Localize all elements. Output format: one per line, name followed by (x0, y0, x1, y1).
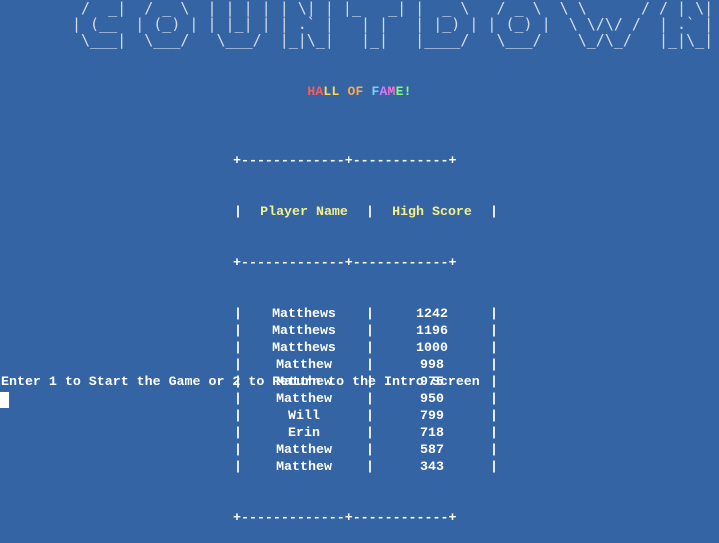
table-divider: | (490, 408, 498, 423)
table-divider: | (234, 442, 242, 457)
table-row: | Matthews | 1196 | (233, 322, 499, 339)
high-score-cell: 799 (420, 408, 444, 423)
table-row: | Erin | 718 | (233, 424, 499, 441)
table-divider: | (490, 306, 498, 321)
hall-of-fame-letter: ! (403, 84, 412, 99)
high-score-table: +-------------+------------+ | Player Na… (233, 118, 499, 543)
table-row: | Matthews | 1242 | (233, 305, 499, 322)
high-score-cell: 1242 (416, 306, 448, 321)
table-divider: | (234, 306, 242, 321)
player-name-cell: Matthews (272, 340, 336, 355)
player-name-cell: Matthews (272, 306, 336, 321)
hall-of-fame-letter: E (395, 84, 404, 99)
high-score-cell: 718 (420, 425, 444, 440)
high-score-cell: 1196 (416, 323, 448, 338)
high-score-cell: 587 (420, 442, 444, 457)
player-name-cell: Matthew (276, 391, 332, 406)
table-divider: | (366, 459, 374, 474)
table-divider: | (234, 323, 242, 338)
hall-of-fame-letter: A (379, 84, 388, 99)
header-player-name: Player Name (260, 204, 348, 219)
table-divider: | (490, 425, 498, 440)
table-row: | Matthew | 343 | (233, 458, 499, 475)
table-row: | Matthew | 950 | (233, 390, 499, 407)
header-high-score: High Score (392, 204, 472, 219)
table-divider: | (490, 391, 498, 406)
player-name-cell: Matthew (276, 459, 332, 474)
table-divider: | (366, 442, 374, 457)
table-divider: | (490, 442, 498, 457)
hall-of-fame-title: HALL OF FAME! (0, 84, 719, 99)
table-header-border: +-------------+------------+ (233, 255, 457, 270)
table-divider: | (366, 357, 374, 372)
table-divider: | (366, 425, 374, 440)
player-name-cell: Erin (288, 425, 320, 440)
table-row: | Matthew | 998 | (233, 356, 499, 373)
player-name-cell: Matthews (272, 323, 336, 338)
table-divider: | (490, 357, 498, 372)
high-score-cell: 1000 (416, 340, 448, 355)
table-header-row: | Player Name | High Score | (233, 203, 499, 220)
player-name-cell: Matthew (276, 442, 332, 457)
table-divider: | (490, 340, 498, 355)
table-divider: | (366, 340, 374, 355)
table-divider: | (366, 408, 374, 423)
table-divider: | (234, 340, 242, 355)
table-divider: | (490, 459, 498, 474)
table-top-border: +-------------+------------+ (233, 153, 457, 168)
countdown-ascii-banner: / _| / _ \ | | | | | \| | |_ _| | _ \ / … (72, 0, 714, 49)
table-divider: | (234, 425, 242, 440)
hall-of-fame-letter: F (371, 84, 380, 99)
player-name-cell: Will (288, 408, 320, 423)
table-divider: | (366, 204, 374, 219)
table-row: | Matthew | 587 | (233, 441, 499, 458)
terminal-cursor[interactable] (0, 392, 9, 408)
table-divider: | (490, 374, 498, 389)
hall-of-fame-letter: F (355, 84, 364, 99)
hall-of-fame-letter: M (387, 84, 396, 99)
table-divider: | (234, 357, 242, 372)
high-score-cell: 998 (420, 357, 444, 372)
high-score-cell: 343 (420, 459, 444, 474)
table-divider: | (234, 408, 242, 423)
table-row: | Matthews | 1000 | (233, 339, 499, 356)
table-divider: | (366, 323, 374, 338)
table-divider: | (234, 204, 242, 219)
table-divider: | (234, 391, 242, 406)
hall-of-fame-letter (364, 84, 372, 99)
table-divider: | (490, 323, 498, 338)
player-name-cell: Matthew (276, 357, 332, 372)
high-score-cell: 950 (420, 391, 444, 406)
input-prompt: Enter 1 to Start the Game or 2 to Return… (1, 374, 480, 389)
table-body: | Matthews | 1242 | | Matthews | 1196 | | Matthews |… (233, 305, 499, 475)
table-divider: | (490, 204, 498, 219)
table-bottom-border: +-------------+------------+ (233, 510, 457, 525)
table-divider: | (234, 459, 242, 474)
table-row: | Will | 799 | (233, 407, 499, 424)
table-divider: | (366, 391, 374, 406)
table-divider: | (366, 306, 374, 321)
